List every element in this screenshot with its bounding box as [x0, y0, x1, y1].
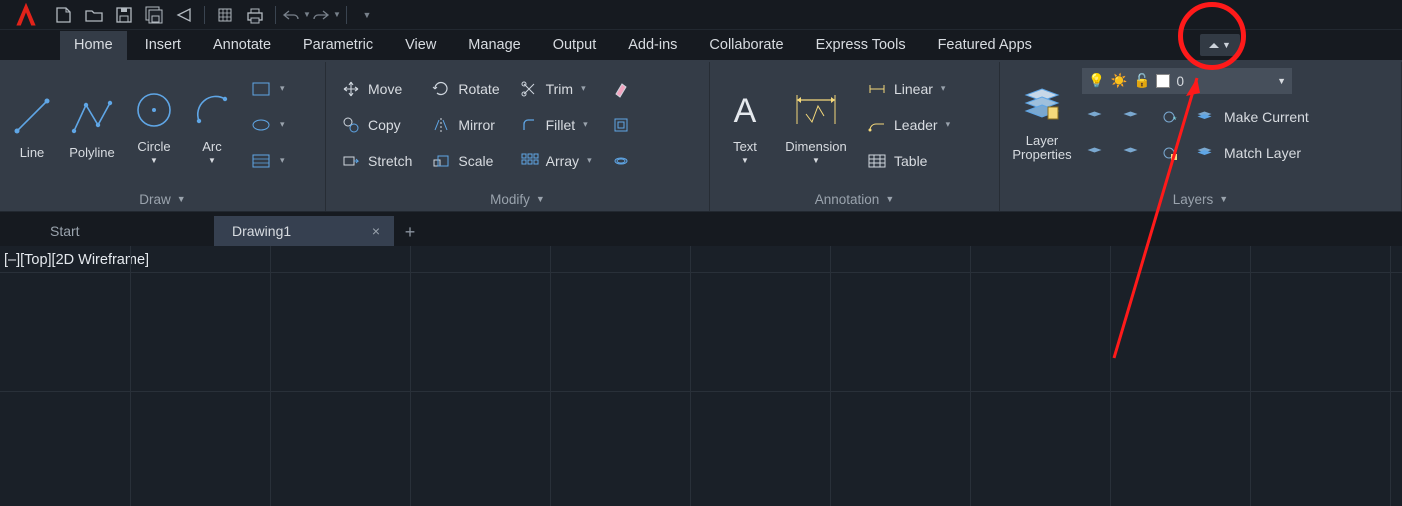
- panel-layers: Layer Properties 💡 ☀️ 🔓 0 ▼: [1000, 62, 1402, 211]
- redo-icon[interactable]: ▼: [312, 2, 340, 28]
- erase-button[interactable]: [604, 72, 638, 106]
- qat-more-icon[interactable]: ▼: [353, 2, 381, 28]
- panel-layers-title[interactable]: Layers▼: [1000, 187, 1401, 211]
- tab-annotate[interactable]: Annotate: [199, 31, 285, 60]
- panel-draw: Line Polyline Circle▼ Arc▼ ▾ ▾ ▾ Draw▼: [0, 62, 326, 211]
- arc-button[interactable]: Arc▼: [184, 71, 240, 179]
- tab-addins[interactable]: Add-ins: [614, 31, 691, 60]
- triangle-up-icon: [1209, 43, 1219, 48]
- cloud-icon[interactable]: [211, 2, 239, 28]
- match-layer-button[interactable]: Match Layer: [1190, 136, 1315, 170]
- polyline-button[interactable]: Polyline: [60, 71, 124, 179]
- undo-icon[interactable]: ▼: [282, 2, 310, 28]
- rotate-button[interactable]: Rotate: [424, 72, 505, 106]
- scale-button[interactable]: Scale: [424, 144, 505, 178]
- tab-parametric[interactable]: Parametric: [289, 31, 387, 60]
- line-button[interactable]: Line: [6, 71, 58, 179]
- tab-featured-apps[interactable]: Featured Apps: [924, 31, 1046, 60]
- panel-modify-title[interactable]: Modify▼: [326, 187, 709, 211]
- ribbon-tabs: Home Insert Annotate Parametric View Man…: [0, 30, 1402, 62]
- panel-annotation-title[interactable]: Annotation▼: [710, 187, 999, 211]
- layer-thaw-button[interactable]: [1118, 136, 1148, 170]
- trim-button[interactable]: Trim▾: [512, 72, 598, 106]
- tab-manage[interactable]: Manage: [454, 31, 534, 60]
- quick-access-toolbar: ▼ ▼ ▼: [0, 0, 1402, 30]
- tab-insert[interactable]: Insert: [131, 31, 195, 60]
- layer-iso-button[interactable]: [1082, 136, 1112, 170]
- new-drawing-button[interactable]: +: [396, 218, 424, 246]
- tab-home[interactable]: Home: [60, 31, 127, 60]
- dimension-button[interactable]: Dimension▼: [776, 71, 856, 179]
- fillet-button[interactable]: Fillet▾: [512, 108, 598, 142]
- ribbon: Line Polyline Circle▼ Arc▼ ▾ ▾ ▾ Draw▼: [0, 62, 1402, 212]
- stretch-button[interactable]: Stretch: [334, 144, 418, 178]
- tab-view[interactable]: View: [391, 31, 450, 60]
- lightbulb-icon: 💡: [1088, 73, 1105, 89]
- new-icon[interactable]: [50, 2, 78, 28]
- print-icon[interactable]: [241, 2, 269, 28]
- app-logo[interactable]: [4, 0, 48, 30]
- leader-button[interactable]: Leader▾: [860, 108, 956, 142]
- copy-button[interactable]: Copy: [334, 108, 418, 142]
- layer-color-swatch: [1156, 74, 1170, 88]
- lock-icon: 🔓: [1134, 73, 1151, 89]
- collapse-ribbon-button[interactable]: ▼: [1200, 34, 1240, 56]
- array-button[interactable]: Array▾: [512, 144, 598, 178]
- layer-freeze-button[interactable]: [1118, 100, 1148, 134]
- sun-icon: ☀️: [1111, 73, 1128, 89]
- close-icon[interactable]: ×: [372, 223, 380, 239]
- mirror-button[interactable]: Mirror: [424, 108, 505, 142]
- explode-button[interactable]: [604, 108, 638, 142]
- document-tabs: Start Drawing1× +: [0, 212, 1402, 246]
- table-button[interactable]: Table: [860, 144, 956, 178]
- save-icon[interactable]: [110, 2, 138, 28]
- layer-dropdown[interactable]: 💡 ☀️ 🔓 0 ▼: [1082, 68, 1292, 94]
- make-current-button[interactable]: Make Current: [1190, 100, 1315, 134]
- tab-output[interactable]: Output: [539, 31, 611, 60]
- doctab-start[interactable]: Start: [32, 216, 212, 246]
- doctab-drawing1[interactable]: Drawing1×: [214, 216, 394, 246]
- layer-off-button[interactable]: [1082, 100, 1112, 134]
- layer-name-label: 0: [1176, 74, 1184, 89]
- drawing-canvas[interactable]: [–][Top][2D Wireframe]: [0, 246, 1402, 506]
- circle-button[interactable]: Circle▼: [126, 71, 182, 179]
- layer-properties-button[interactable]: Layer Properties: [1006, 66, 1078, 174]
- move-button[interactable]: Move: [334, 72, 418, 106]
- rectangle-button[interactable]: ▾: [244, 72, 291, 106]
- share-icon[interactable]: [170, 2, 198, 28]
- layer-unlock-button[interactable]: [1154, 136, 1184, 170]
- panel-annotation: A Text▼ Dimension▼ Linear▾ Leader▾ Table…: [710, 62, 1000, 211]
- svg-text:A: A: [734, 92, 757, 130]
- chevron-down-icon: ▼: [1277, 76, 1286, 86]
- svg-text:*: *: [1173, 115, 1177, 125]
- panel-modify: Move Copy Stretch Rotate Mirror Scale Tr…: [326, 62, 710, 211]
- layer-lock-button[interactable]: *: [1154, 100, 1184, 134]
- open-icon[interactable]: [80, 2, 108, 28]
- text-button[interactable]: A Text▼: [716, 71, 774, 179]
- ellipse-button[interactable]: ▾: [244, 108, 291, 142]
- saveas-icon[interactable]: [140, 2, 168, 28]
- offset-button[interactable]: [604, 144, 638, 178]
- linear-button[interactable]: Linear▾: [860, 72, 956, 106]
- viewport-label[interactable]: [–][Top][2D Wireframe]: [4, 252, 149, 268]
- tab-collaborate[interactable]: Collaborate: [695, 31, 797, 60]
- panel-draw-title[interactable]: Draw▼: [0, 187, 325, 211]
- tab-express-tools[interactable]: Express Tools: [802, 31, 920, 60]
- hatch-button[interactable]: ▾: [244, 144, 291, 178]
